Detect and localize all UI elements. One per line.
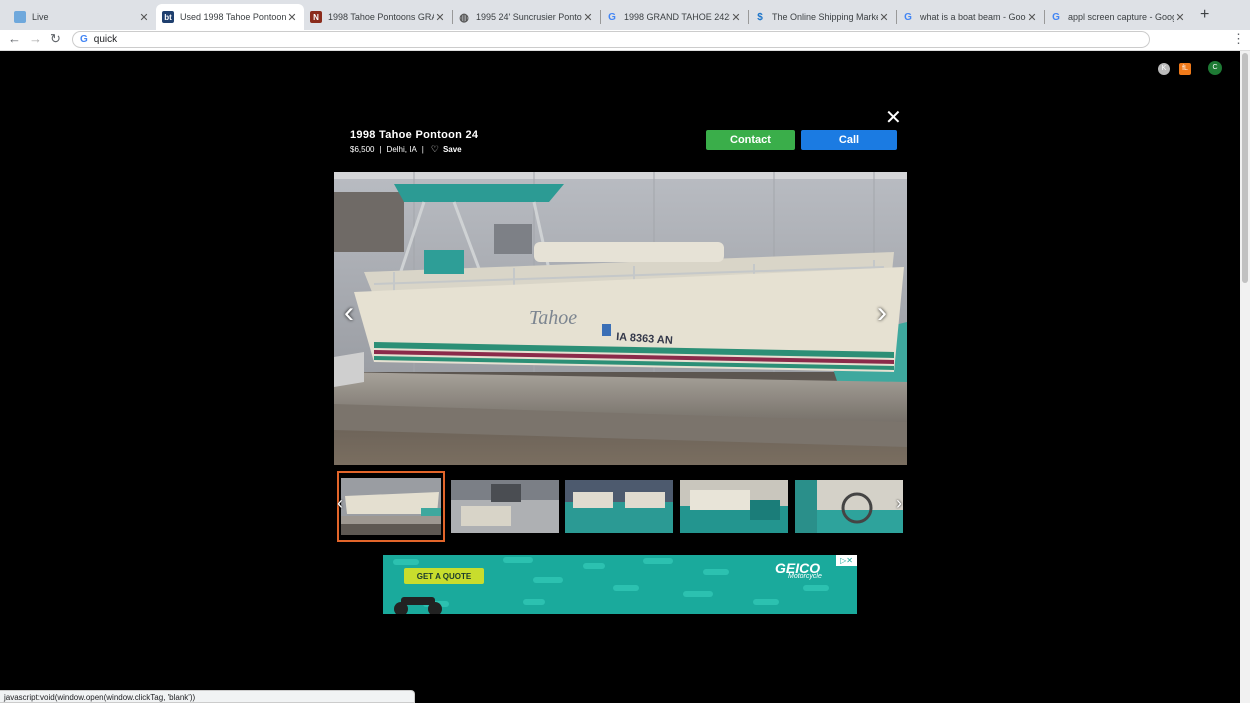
get-a-quote-button[interactable]: GET A QUOTE xyxy=(404,568,484,584)
tab-tahoe-pontoons[interactable]: N 1998 Tahoe Pontoons GRAND TAHOE ✕ xyxy=(304,4,453,30)
main-photo: Tahoe IA 8363 AN xyxy=(334,172,907,465)
contact-button[interactable]: Contact xyxy=(706,130,795,150)
address-text[interactable]: quick xyxy=(94,34,117,45)
tab-title: 1995 24' Suncrusier Pontoon xyxy=(476,12,582,22)
listing-location: Delhi, IA xyxy=(386,145,417,154)
thumbnail-image xyxy=(565,480,673,533)
thumbnail-strip: ‹ › xyxy=(334,471,907,543)
globe-icon: ◍ xyxy=(459,11,469,24)
tab-uship[interactable]: $ The Online Shipping Marketplace ✕ xyxy=(748,4,897,30)
close-icon[interactable]: ✕ xyxy=(138,11,150,24)
hull-brand-text: Tahoe xyxy=(529,307,577,329)
tab-google-screen-capture[interactable]: G appl screen capture - Google Search ✕ xyxy=(1044,4,1192,30)
previous-photo-arrow-icon[interactable]: ‹ xyxy=(344,298,354,328)
tab-title: The Online Shipping Marketplace xyxy=(772,12,878,22)
n-icon: N xyxy=(310,11,322,23)
tab-suncruiser[interactable]: ◍ 1995 24' Suncrusier Pontoon ✕ xyxy=(452,4,601,30)
advertisement-banner[interactable]: GET A QUOTE GEICO Motorcycle ▷✕ xyxy=(383,555,857,614)
thumbnail-3[interactable] xyxy=(565,480,673,533)
close-icon[interactable]: ✕ xyxy=(1174,11,1186,24)
thumbnail-image xyxy=(680,480,788,533)
tab-tahoe-listing[interactable]: bt Used 1998 Tahoe Pontoon 24 ✕ xyxy=(156,4,304,30)
close-icon[interactable]: ✕ xyxy=(286,11,298,24)
forward-arrow-icon[interactable]: → xyxy=(29,31,42,46)
scrollbar-thumb[interactable] xyxy=(1242,53,1248,283)
tab-title: 1998 Tahoe Pontoons GRAND TAHOE xyxy=(328,12,434,22)
thumbnail-5[interactable] xyxy=(795,480,903,533)
tab-live[interactable]: Live ✕ xyxy=(8,4,156,30)
live-icon xyxy=(14,11,26,23)
call-button[interactable]: Call xyxy=(801,130,897,150)
pontoon-boat-image: Tahoe IA 8363 AN xyxy=(334,172,907,465)
ad-choices-close-icon[interactable]: ▷✕ xyxy=(836,555,857,566)
close-icon[interactable]: ✕ xyxy=(582,11,594,24)
tab-title: Live xyxy=(32,12,49,22)
google-icon: G xyxy=(80,34,88,45)
thumbnail-2[interactable] xyxy=(451,480,559,533)
extension-icon[interactable]: K xyxy=(1158,63,1170,75)
thumbnail-1[interactable] xyxy=(337,471,445,542)
menu-kebab-icon[interactable]: ⋮ xyxy=(1232,31,1245,47)
next-photo-arrow-icon[interactable]: › xyxy=(877,298,887,328)
tab-title: Used 1998 Tahoe Pontoon 24 xyxy=(180,12,286,22)
browser-tab-strip: Live ✕ bt Used 1998 Tahoe Pontoon 24 ✕ N… xyxy=(0,0,1250,30)
listing-meta: $6,500 | Delhi, IA | ♡ Save xyxy=(350,144,462,155)
tab-google-grand-tahoe[interactable]: G 1998 GRAND TAHOE 2423 pontoon ✕ xyxy=(600,4,749,30)
uship-icon: $ xyxy=(757,11,763,23)
thumbnail-image xyxy=(795,480,903,533)
thumbnail-next-arrow-icon[interactable]: › xyxy=(896,493,902,514)
close-icon[interactable]: ✕ xyxy=(885,108,902,128)
listing-title: 1998 Tahoe Pontoon 24 xyxy=(350,129,479,141)
status-bar-url: javascript:void(window.open(window.click… xyxy=(0,690,415,703)
thumbnail-image xyxy=(341,478,441,535)
reload-icon[interactable]: ↻ xyxy=(50,31,61,47)
tab-title: appl screen capture - Google Search xyxy=(1068,12,1174,22)
tab-google-boat-beam[interactable]: G what is a boat beam - Google Search ✕ xyxy=(896,4,1045,30)
close-icon[interactable]: ✕ xyxy=(1026,11,1038,24)
close-icon[interactable]: ✕ xyxy=(730,11,742,24)
extension-icon[interactable]: fL xyxy=(1179,63,1191,75)
google-icon: G xyxy=(904,11,912,23)
back-arrow-icon[interactable]: ← xyxy=(8,31,21,46)
save-button[interactable]: Save xyxy=(443,145,462,154)
address-bar[interactable]: G quick xyxy=(72,31,1150,48)
close-icon[interactable]: ✕ xyxy=(878,11,890,24)
tab-title: what is a boat beam - Google Search xyxy=(920,12,1026,22)
heart-icon[interactable]: ♡ xyxy=(431,144,439,155)
listing-price: $6,500 xyxy=(350,145,375,154)
thumbnail-image xyxy=(451,480,559,533)
avatar[interactable]: C xyxy=(1208,61,1222,75)
thumbnail-prev-arrow-icon[interactable]: ‹ xyxy=(337,493,343,514)
google-icon: G xyxy=(608,11,616,23)
geico-logo-sub: Motorcycle xyxy=(788,573,822,580)
browser-toolbar: ← → ↻ G quick K fL C ⋮ xyxy=(0,30,1250,75)
new-tab-icon[interactable]: + xyxy=(1200,6,1209,24)
tab-title: 1998 GRAND TAHOE 2423 pontoon xyxy=(624,12,730,22)
boattrader-icon: bt xyxy=(162,11,174,23)
page-scrollbar[interactable] xyxy=(1240,51,1250,703)
thumbnail-4[interactable] xyxy=(680,480,788,533)
google-icon: G xyxy=(1052,11,1060,23)
close-icon[interactable]: ✕ xyxy=(434,11,446,24)
